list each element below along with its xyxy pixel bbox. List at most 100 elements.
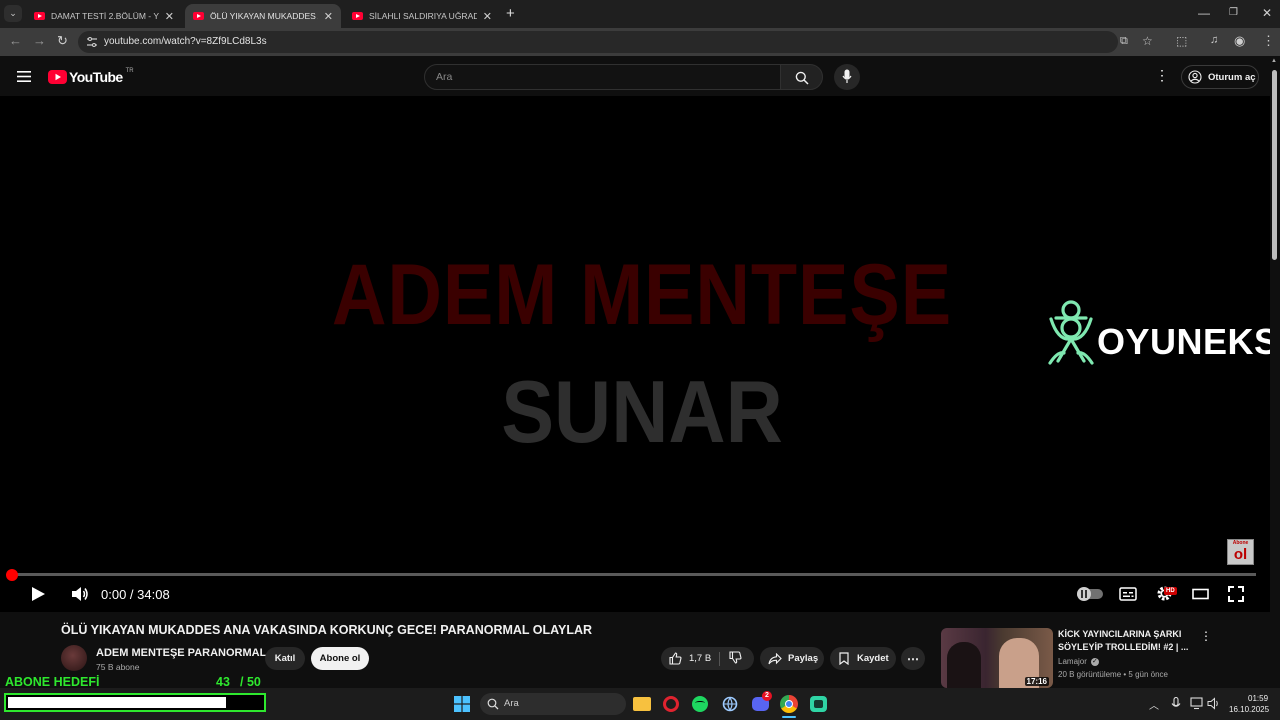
new-tab-icon[interactable]: + [506, 5, 515, 22]
close-icon[interactable]: ✕ [324, 10, 333, 23]
search-button[interactable] [780, 64, 823, 90]
tray-overflow-icon[interactable]: ︿ [1149, 697, 1159, 712]
minimize-icon[interactable]: — [1198, 6, 1210, 20]
time-display: 0:00 / 34:08 [101, 587, 170, 602]
scroll-up-icon[interactable]: ▲ [1271, 58, 1277, 64]
back-icon[interactable]: ← [9, 33, 22, 48]
spotify-wave-icon [695, 701, 705, 705]
like-dislike-group: 1,7 B [661, 647, 754, 670]
fullscreen-icon[interactable] [1228, 586, 1244, 602]
recommended-video-thumbnail[interactable]: 17:16 [941, 628, 1053, 688]
tab-search-button[interactable]: ⌄ [4, 5, 22, 22]
share-label: Paylaş [788, 653, 819, 664]
recommendation-more-icon[interactable]: ⋮ [1200, 629, 1212, 643]
channel-avatar[interactable] [61, 645, 87, 671]
opera-icon[interactable] [663, 696, 679, 712]
network-tray-icon[interactable] [1190, 697, 1204, 710]
scrollbar-thumb[interactable] [1272, 70, 1277, 260]
recommended-channel-name: Lamajor [1058, 657, 1087, 666]
forward-icon[interactable]: → [33, 33, 46, 48]
save-button[interactable]: Kaydet [830, 647, 896, 670]
extensions-icon[interactable]: ⬚ [1176, 34, 1187, 48]
settings-more-icon[interactable]: ⋮ [1155, 67, 1169, 84]
url-text: youtube.com/watch?v=8Zf9LCd8L3s [104, 36, 267, 47]
install-app-icon[interactable]: ⧉ [1120, 35, 1128, 48]
browser-tab-1[interactable]: DAMAT TESTİ 2.BÖLÜM - YÜZLE ✕ [26, 4, 182, 28]
browser-tab-strip: ⌄ DAMAT TESTİ 2.BÖLÜM - YÜZLE ✕ ÖLÜ YIKA… [0, 0, 1280, 28]
autoplay-toggle[interactable] [1077, 587, 1103, 601]
autoplay-knob [1077, 587, 1091, 601]
watermark-text: OYUNEKS [1097, 321, 1279, 362]
recommended-video-title-line2[interactable]: SÖYLEYİP TROLLEDİM! #2 | ... [1058, 642, 1188, 652]
media-control-icon[interactable]: ♫ [1210, 34, 1218, 46]
microphone-icon [842, 69, 852, 83]
start-button[interactable] [454, 696, 470, 712]
signin-button[interactable]: Oturum aç [1181, 65, 1259, 89]
active-app-indicator [782, 716, 796, 718]
video-title: ÖLÜ YIKAYAN MUKADDES ANA VAKASINDA KORKU… [61, 623, 593, 637]
browser-tab-3[interactable]: SİLAHLI SALDIRIYA UĞRADIK! C ✕ [344, 4, 500, 28]
subscribe-button[interactable]: Abone ol [311, 647, 369, 670]
join-label: Katıl [274, 653, 296, 664]
region-code: TR [125, 68, 134, 74]
discord-badge: 2 [762, 691, 772, 701]
restore-icon[interactable]: ❐ [1229, 7, 1238, 18]
network-app-icon[interactable] [722, 696, 738, 712]
subscriber-goal-label: ABONE HEDEFİ [5, 675, 100, 689]
discord-icon[interactable]: 2 [752, 691, 772, 711]
theater-mode-icon[interactable] [1192, 588, 1209, 600]
thumbs-down-icon [729, 650, 742, 664]
clock-date[interactable]: 16.10.2025 [1229, 705, 1269, 714]
volume-icon[interactable] [71, 586, 89, 602]
recommended-channel[interactable]: Lamajor ✓ [1058, 657, 1099, 666]
duration-badge: 17:16 [1024, 677, 1049, 686]
subtitles-icon[interactable] [1119, 587, 1137, 601]
close-icon[interactable]: ✕ [483, 10, 492, 23]
browser-tab-2[interactable]: ÖLÜ YIKAYAN MUKADDES ANA ✕ [185, 4, 341, 28]
video-player[interactable]: ADEM MENTEŞE SUNAR OYUNEKS Abone ol 0:00… [0, 96, 1278, 612]
spotify-icon[interactable] [692, 696, 708, 712]
channel-name[interactable]: ADEM MENTEŞE PARANORMAL [96, 647, 266, 659]
browser-menu-icon[interactable]: ⋮ [1262, 33, 1275, 49]
bookmark-star-icon[interactable]: ☆ [1142, 34, 1153, 48]
more-actions-button[interactable]: ⋯ [901, 647, 925, 670]
youtube-logo-icon [48, 70, 67, 84]
volume-tray-icon[interactable] [1207, 697, 1220, 710]
address-bar[interactable]: youtube.com/watch?v=8Zf9LCd8L3s ⧉ ☆ [78, 31, 1153, 53]
search-input[interactable]: Ara [424, 64, 781, 90]
voice-search-button[interactable] [834, 64, 860, 90]
close-icon[interactable]: ✕ [165, 10, 174, 23]
like-button[interactable]: 1,7 B [661, 652, 719, 665]
subscriber-count: 75 B abone [96, 662, 140, 672]
file-explorer-icon[interactable] [633, 697, 651, 711]
youtube-header: YouTube TR Ara ⋮ Oturum aç [0, 56, 1270, 96]
search-icon [795, 71, 809, 85]
seek-handle[interactable] [6, 569, 18, 581]
bookmark-icon [839, 652, 849, 665]
site-info-icon[interactable] [86, 36, 98, 48]
menu-icon[interactable] [17, 71, 31, 82]
signin-label: Oturum aç [1208, 71, 1256, 83]
subscribe-badge[interactable]: Abone ol [1227, 539, 1254, 565]
chevron-down-icon: ⌄ [9, 8, 17, 18]
subscriber-goal-current: 43 [216, 675, 230, 689]
youtube-logo[interactable]: YouTube TR [48, 68, 134, 85]
clock-time[interactable]: 01:59 [1248, 694, 1268, 703]
window-close-icon[interactable]: ✕ [1262, 6, 1272, 20]
join-button[interactable]: Katıl [265, 647, 305, 670]
like-count: 1,7 B [689, 653, 712, 664]
chrome-icon[interactable] [780, 695, 798, 713]
dislike-button[interactable] [720, 650, 742, 667]
page-scrollbar[interactable]: ▲ [1270, 56, 1280, 688]
seek-bar[interactable] [12, 573, 1256, 576]
microphone-tray-icon[interactable] [1171, 697, 1181, 711]
share-button[interactable]: Paylaş [760, 647, 824, 670]
play-icon[interactable] [31, 586, 46, 602]
youtube-wordmark: YouTube [69, 69, 123, 85]
recommended-video-title-line1[interactable]: KİCK YAYINCILARINA ŞARKI [1058, 629, 1181, 639]
taskbar-search[interactable]: Ara [480, 693, 626, 715]
game-app-icon[interactable] [810, 696, 827, 712]
save-label: Kaydet [857, 653, 889, 664]
profile-icon[interactable]: ◉ [1234, 33, 1245, 49]
reload-icon[interactable]: ↻ [57, 33, 68, 49]
